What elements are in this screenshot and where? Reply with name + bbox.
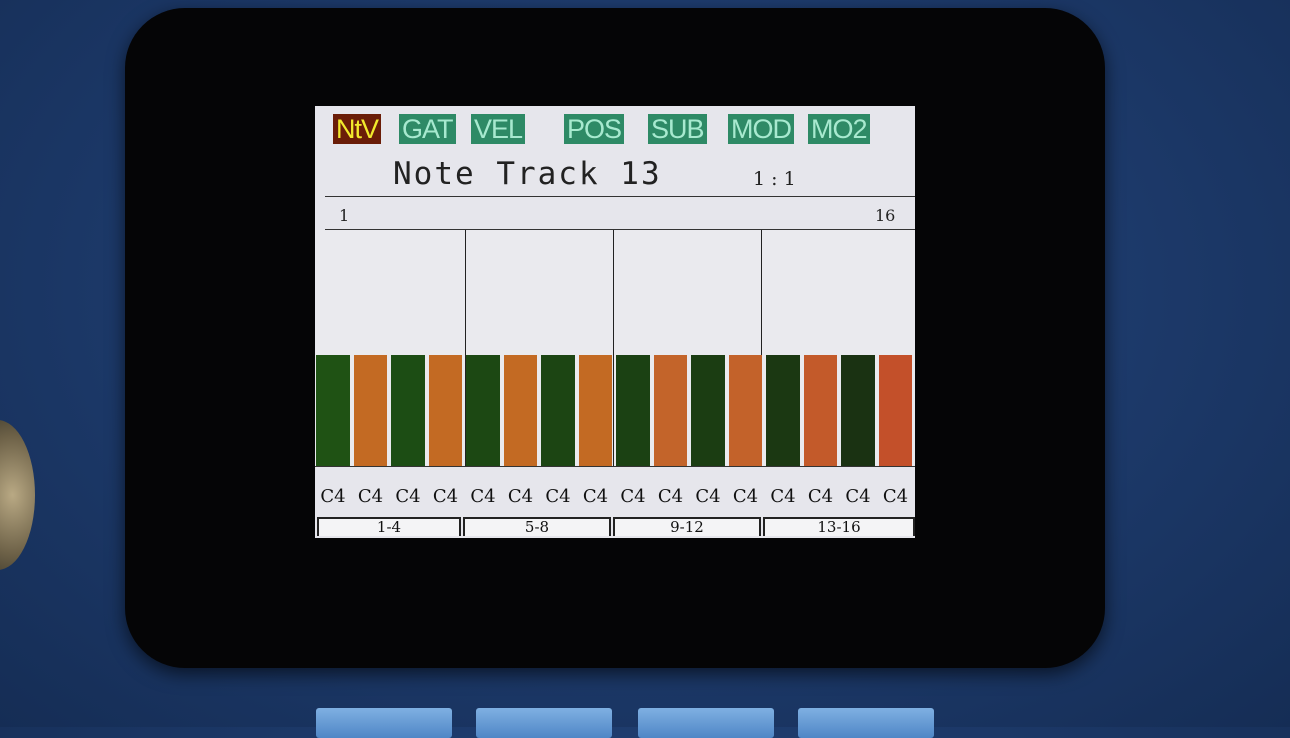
ruler-start: 1 xyxy=(339,206,350,225)
step-bar[interactable] xyxy=(353,355,387,466)
hardware-button-3[interactable] xyxy=(638,708,774,738)
note-row: C4 C4 C4 C4 C4 C4 C4 C4 C4 C4 C4 C4 C4 C4 C4 C4 xyxy=(315,486,915,510)
step-bar[interactable] xyxy=(391,355,425,466)
position-readout: 1 : 1 xyxy=(753,168,796,190)
step-note: C4 xyxy=(770,486,796,507)
step-bar[interactable] xyxy=(653,355,687,466)
step-bar[interactable] xyxy=(841,355,875,466)
step-bar[interactable] xyxy=(803,355,837,466)
tab-mo2[interactable]: MO2 xyxy=(808,114,870,144)
step-note: C4 xyxy=(807,486,834,507)
divider-top xyxy=(325,196,915,197)
step-bar[interactable] xyxy=(541,355,575,466)
hardware-button-2[interactable] xyxy=(476,708,612,738)
group-9-12[interactable]: 9-12 xyxy=(613,517,761,536)
step-groups: 1-4 5-8 9-12 13-16 xyxy=(315,517,915,538)
step-bar[interactable] xyxy=(691,355,725,466)
divider-bottom xyxy=(315,466,915,467)
step-note: C4 xyxy=(470,486,496,507)
step-note: C4 xyxy=(582,486,609,507)
group-divider xyxy=(613,230,614,466)
track-title: Note Track 13 xyxy=(393,156,662,192)
step-bar[interactable] xyxy=(316,355,350,466)
encoder-knob[interactable] xyxy=(0,420,35,570)
step-note: C4 xyxy=(545,486,571,507)
step-note: C4 xyxy=(732,486,759,507)
step-note: C4 xyxy=(845,486,871,507)
step-bar[interactable] xyxy=(728,355,762,466)
step-plot[interactable] xyxy=(315,230,915,466)
tab-sub[interactable]: SUB xyxy=(648,114,707,144)
step-note: C4 xyxy=(882,486,909,507)
step-note: C4 xyxy=(620,486,646,507)
tab-pos[interactable]: POS xyxy=(564,114,625,144)
hardware-button-1[interactable] xyxy=(316,708,452,738)
step-bar[interactable] xyxy=(578,355,612,466)
lcd-screen: NtV GAT VEL POS SUB MOD MO2 Note Track 1… xyxy=(315,106,915,538)
group-13-16[interactable]: 13-16 xyxy=(763,517,915,536)
group-5-8[interactable]: 5-8 xyxy=(463,517,611,536)
step-note: C4 xyxy=(432,486,459,507)
step-note: C4 xyxy=(357,486,384,507)
step-note: C4 xyxy=(657,486,684,507)
step-note: C4 xyxy=(507,486,534,507)
tab-vel[interactable]: VEL xyxy=(471,114,526,144)
step-bar[interactable] xyxy=(466,355,500,466)
ruler-end: 16 xyxy=(875,206,896,225)
tab-mod[interactable]: MOD xyxy=(728,114,794,144)
tab-gat[interactable]: GAT xyxy=(399,114,456,144)
step-bar[interactable] xyxy=(878,355,912,466)
step-bar[interactable] xyxy=(503,355,537,466)
step-bar[interactable] xyxy=(766,355,800,466)
hardware-button-4[interactable] xyxy=(798,708,934,738)
step-note: C4 xyxy=(695,486,721,507)
step-note: C4 xyxy=(320,486,346,507)
step-bar[interactable] xyxy=(428,355,462,466)
group-1-4[interactable]: 1-4 xyxy=(317,517,461,536)
tab-ntv[interactable]: NtV xyxy=(333,114,382,144)
header: Note Track 13 1 : 1 xyxy=(315,150,915,198)
step-bar[interactable] xyxy=(616,355,650,466)
step-note: C4 xyxy=(395,486,421,507)
